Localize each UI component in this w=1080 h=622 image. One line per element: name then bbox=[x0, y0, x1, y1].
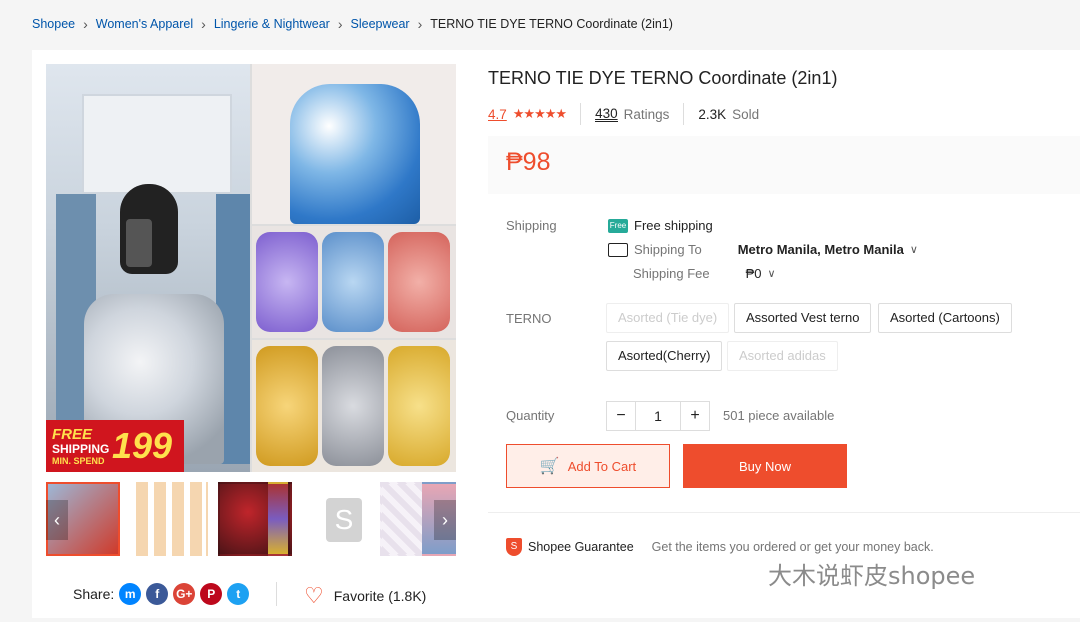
divider bbox=[488, 512, 1080, 513]
variation-option-cartoons[interactable]: Asorted (Cartoons) bbox=[878, 303, 1012, 333]
shopee-guarantee: S Shopee Guarantee Get the items you ord… bbox=[506, 538, 934, 556]
photo-color-variants-bottom bbox=[252, 340, 456, 472]
variation-option-adidas[interactable]: Asorted adidas bbox=[727, 341, 838, 371]
favorite-label: Favorite (1.8K) bbox=[333, 588, 427, 604]
thumbnail-strip: S bbox=[46, 482, 456, 556]
free-shipping-promo-badge: FREE SHIPPING MIN. SPEND 199 bbox=[46, 420, 184, 472]
shipping-label: Shipping bbox=[506, 218, 557, 233]
add-to-cart-label: Add To Cart bbox=[567, 458, 637, 474]
sold-label: Sold bbox=[732, 106, 760, 122]
price-box: ₱98 bbox=[488, 136, 1080, 194]
variation-option-tie-dye[interactable]: Asorted (Tie dye) bbox=[606, 303, 730, 333]
chevron-down-icon[interactable]: ∨ bbox=[768, 267, 776, 280]
breadcrumb-link-shopee[interactable]: Shopee bbox=[32, 17, 75, 31]
photo-color-variants-top bbox=[252, 226, 456, 338]
chevron-right-icon: › bbox=[201, 16, 206, 32]
quantity-input[interactable]: 1 bbox=[636, 401, 680, 431]
shield-icon: S bbox=[506, 538, 522, 556]
shipping-destination-dropdown[interactable]: Metro Manila, Metro Manila bbox=[738, 242, 904, 257]
ratings-label: Ratings bbox=[623, 106, 670, 122]
free-shipping-label: Free shipping bbox=[634, 218, 713, 233]
google-plus-icon[interactable]: G+ bbox=[173, 583, 196, 605]
twitter-icon[interactable]: t bbox=[227, 583, 250, 605]
quantity-label: Quantity bbox=[506, 408, 555, 423]
watermark: 大木说虾皮shopee bbox=[768, 562, 976, 590]
chevron-right-icon: › bbox=[417, 16, 423, 32]
variation-option-vest-terno[interactable]: Assorted Vest terno bbox=[734, 303, 872, 333]
free-shipping-row: Free Free shipping bbox=[608, 218, 713, 233]
add-to-cart-button[interactable]: 🛒 Add To Cart bbox=[506, 444, 670, 488]
divider bbox=[580, 103, 582, 125]
variation-option-cherry[interactable]: Asorted(Cherry) bbox=[606, 341, 723, 371]
share-label: Share: bbox=[73, 586, 115, 602]
divider bbox=[683, 103, 685, 125]
shipping-to-label: Shipping To bbox=[634, 242, 702, 257]
star-rating-icon: ★★★★★ bbox=[512, 106, 567, 121]
guarantee-text: Get the items you ordered or get your mo… bbox=[651, 540, 934, 554]
quantity-stepper: − 1 + bbox=[606, 401, 710, 431]
quantity-increase-button[interactable]: + bbox=[680, 401, 710, 431]
messenger-icon[interactable]: m bbox=[119, 583, 142, 605]
promo-shipping: SHIPPING bbox=[52, 442, 110, 456]
product-stats: 4.7 ★★★★★ 430 Ratings 2.3K Sold bbox=[488, 103, 760, 125]
photo-mirror-selfie bbox=[46, 64, 250, 472]
ratings-count[interactable]: 430 bbox=[595, 106, 618, 122]
photo-blue-tie-dye bbox=[252, 64, 456, 224]
free-shipping-icon: Free bbox=[608, 218, 628, 233]
variation-label: TERNO bbox=[506, 311, 552, 326]
sold-count: 2.3K bbox=[698, 106, 727, 122]
breadcrumb-link-sleepwear[interactable]: Sleepwear bbox=[351, 17, 410, 31]
breadcrumb-link-lingerie[interactable]: Lingerie & Nightwear bbox=[214, 17, 330, 31]
shipping-to-row: Shipping To Metro Manila, Metro Manila ∨ bbox=[608, 242, 918, 257]
breadcrumb-current: TERNO TIE DYE TERNO Coordinate (2in1) bbox=[430, 17, 673, 31]
chevron-right-icon: › bbox=[83, 16, 88, 32]
chevron-right-icon: › bbox=[337, 16, 343, 32]
thumbnail-next-arrow-icon[interactable]: › bbox=[434, 500, 456, 540]
share-row: Share: m f G+ P t bbox=[73, 583, 250, 605]
cart-icon: 🛒 bbox=[539, 458, 560, 475]
promo-free: FREE bbox=[52, 426, 93, 443]
shipping-fee-value[interactable]: ₱0 bbox=[746, 266, 762, 281]
promo-min-spend: MIN. SPEND bbox=[52, 456, 105, 466]
buy-now-button[interactable]: Buy Now bbox=[683, 444, 847, 488]
favorite-button[interactable]: ♡ Favorite (1.8K) bbox=[304, 583, 426, 609]
promo-value: 199 bbox=[112, 425, 173, 466]
guarantee-title: Shopee Guarantee bbox=[528, 540, 634, 554]
product-title: TERNO TIE DYE TERNO Coordinate (2in1) bbox=[488, 68, 838, 88]
shipping-fee-row: Shipping Fee ₱0 ∨ bbox=[633, 266, 776, 281]
product-price: ₱98 bbox=[506, 148, 551, 176]
truck-icon bbox=[608, 242, 628, 257]
breadcrumb: Shopee › Women's Apparel › Lingerie & Ni… bbox=[32, 14, 673, 34]
thumbnail-prev-arrow-icon[interactable]: ‹ bbox=[46, 500, 68, 540]
quantity-decrease-button[interactable]: − bbox=[606, 401, 636, 431]
rating-value[interactable]: 4.7 bbox=[488, 107, 507, 122]
thumbnail-4[interactable]: S bbox=[304, 482, 378, 556]
shopee-bag-icon: S bbox=[326, 498, 362, 542]
shipping-fee-label: Shipping Fee bbox=[633, 266, 710, 281]
main-product-image[interactable]: FREE SHIPPING MIN. SPEND 199 bbox=[46, 64, 456, 472]
heart-icon: ♡ bbox=[304, 583, 324, 608]
divider bbox=[276, 582, 277, 606]
thumbnail-3-edge[interactable] bbox=[268, 482, 288, 556]
pinterest-icon[interactable]: P bbox=[200, 583, 223, 605]
chevron-down-icon[interactable]: ∨ bbox=[910, 243, 918, 256]
stock-available: 501 piece available bbox=[723, 408, 835, 423]
breadcrumb-link-womens-apparel[interactable]: Women's Apparel bbox=[96, 17, 193, 31]
facebook-icon[interactable]: f bbox=[146, 583, 169, 605]
thumbnail-2[interactable] bbox=[134, 482, 208, 556]
